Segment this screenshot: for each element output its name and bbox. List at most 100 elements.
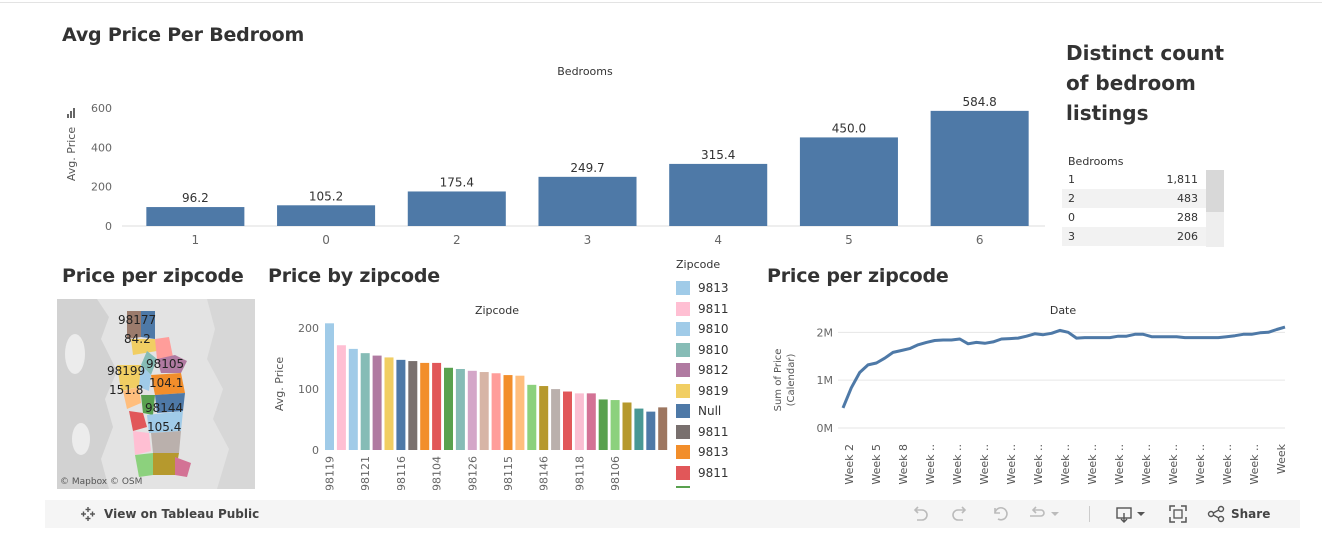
zipcode-bar[interactable] <box>455 368 465 450</box>
zipcode-bar[interactable] <box>384 357 394 450</box>
sort-icon-bar <box>73 108 75 118</box>
x-tick-label: Week .. <box>1005 444 1018 485</box>
zipcode-bar[interactable] <box>622 402 632 450</box>
bar-value-label: 315.4 <box>701 148 735 162</box>
zipcode-bar[interactable] <box>408 361 418 450</box>
zipcode-bar[interactable] <box>396 359 406 450</box>
legend-item[interactable]: 9813 <box>676 278 736 299</box>
bedroom-bar[interactable] <box>146 207 245 226</box>
zipcode-bar[interactable] <box>574 393 584 450</box>
bedroom-bar[interactable] <box>277 205 376 226</box>
zipcode-bar[interactable] <box>325 323 334 450</box>
zipcode-bar[interactable] <box>420 362 430 450</box>
zipcode-bar[interactable] <box>634 408 644 450</box>
zipcode-bar[interactable] <box>491 373 501 450</box>
table-row: 0 288 <box>1068 211 1198 224</box>
map-label: 98105 <box>146 357 185 371</box>
legend-item[interactable]: 9810 <box>676 483 736 488</box>
zipcode-bar[interactable] <box>551 389 561 450</box>
x-tick-label: Week .. <box>1140 444 1153 485</box>
share-icon <box>1207 505 1225 523</box>
x-tick-label: Week 8 <box>897 444 910 485</box>
table-scrollbar-thumb[interactable] <box>1206 170 1224 212</box>
bedroom-bar[interactable] <box>669 163 768 226</box>
legend-label: 9819 <box>698 383 729 398</box>
map-label: 84.2 <box>124 332 151 346</box>
zipcode-bar[interactable] <box>432 362 442 450</box>
x-tick-label: 98146 <box>538 456 551 490</box>
price-by-zipcode-bar-chart[interactable]: Zipcode Avg. Price 0 100 200 98119 98121 98116 9… <box>265 298 675 490</box>
legend-label: 9813 <box>698 281 729 296</box>
legend-label: 9813 <box>698 445 729 460</box>
distinct-count-table[interactable]: Bedrooms 1 1,811 2 483 0 288 3 206 <box>1062 153 1224 247</box>
legend-item[interactable]: 9811 <box>676 463 736 484</box>
zipcode-bar[interactable] <box>360 353 370 450</box>
x-tick-label: Week .. <box>1221 444 1234 485</box>
zipcode-bar[interactable] <box>586 393 596 450</box>
zipcode-bar[interactable] <box>527 384 537 450</box>
table-row: 2 483 <box>1062 189 1224 208</box>
zipcode-bar[interactable] <box>336 345 346 450</box>
legend-item[interactable]: 9811 <box>676 422 736 443</box>
map-label: 98144 <box>145 401 184 415</box>
zipcode-bar[interactable] <box>515 375 525 450</box>
legend-item[interactable]: Null <box>676 401 736 422</box>
x-tick-label: Week .. <box>1194 444 1207 485</box>
y-tick-label: 1M <box>817 374 834 387</box>
zip-region <box>175 457 191 477</box>
download-icon[interactable] <box>1115 504 1149 524</box>
x-tick-label: Week <box>1275 443 1288 474</box>
zipcode-map[interactable]: 98177 84.2 98105 98199 104.1 151.8 98144… <box>57 299 255 489</box>
table-row: 3 206 <box>1062 227 1224 246</box>
zipcode-bar[interactable] <box>503 375 513 450</box>
y-tick-label: 100 <box>298 383 319 396</box>
zipcode-legend[interactable]: Zipcode 9813 9811 9810 9810 9812 9819 Null 9811… <box>676 256 736 488</box>
price-per-zipcode-line-chart[interactable]: Date Sum of Price (Calendar) 0M 1M 2M Week 2 We… <box>765 298 1295 490</box>
sort-icon[interactable] <box>67 114 69 118</box>
x-tick-label: 98118 <box>573 456 586 490</box>
zipcode-bar[interactable] <box>563 391 572 450</box>
share-button[interactable]: Share <box>1207 500 1270 528</box>
zipcode-bar[interactable] <box>539 386 549 450</box>
zipcode-bar[interactable] <box>372 355 382 450</box>
map-label: 98177 <box>118 313 157 327</box>
sort-icon-bar <box>70 111 72 118</box>
y-tick-label: 0 <box>312 444 319 457</box>
price-line[interactable] <box>841 325 1286 409</box>
zip-region <box>135 453 153 477</box>
distinct-count-title: Distinct count of bedroom listings <box>1066 41 1225 125</box>
legend-swatch <box>676 383 690 398</box>
legend-label: Null <box>698 404 722 419</box>
legend-item[interactable]: 9811 <box>676 299 736 320</box>
legend-item[interactable]: 9810 <box>676 340 736 361</box>
x-tick-label: 0 <box>322 233 330 247</box>
x-tick-label: 3 <box>584 233 592 247</box>
legend-item[interactable]: 9812 <box>676 360 736 381</box>
legend-item[interactable]: 9810 <box>676 319 736 340</box>
avg-price-bar-chart[interactable]: Bedrooms Avg. Price 0 200 400 600 96.2 1 105.2 0 1… <box>55 58 1055 253</box>
zipcode-bar[interactable] <box>348 348 358 450</box>
bar-value-label: 175.4 <box>440 175 474 189</box>
legend-item[interactable]: 9813 <box>676 442 736 463</box>
redo-icon[interactable] <box>950 504 970 524</box>
bedroom-bar[interactable] <box>930 110 1029 226</box>
zipcode-bar[interactable] <box>610 400 620 450</box>
zipcode-bar[interactable] <box>658 407 668 450</box>
revert-icon[interactable] <box>990 504 1010 524</box>
zipcode-bar[interactable] <box>598 399 608 450</box>
bedroom-bar[interactable] <box>407 191 506 226</box>
legend-swatch <box>676 445 690 460</box>
legend-item[interactable]: 9819 <box>676 381 736 402</box>
fullscreen-icon[interactable] <box>1168 504 1188 524</box>
legend-label: 9810 <box>698 342 729 357</box>
view-on-tableau-button[interactable]: View on Tableau Public <box>80 500 259 528</box>
bedroom-bar[interactable] <box>799 137 898 226</box>
zipcode-bar[interactable] <box>444 367 453 450</box>
zipcode-bar[interactable] <box>646 411 656 450</box>
refresh-icon[interactable] <box>1027 504 1061 524</box>
bedroom-bar[interactable] <box>538 176 637 226</box>
map-water <box>65 334 85 374</box>
zipcode-bar[interactable] <box>479 372 489 450</box>
undo-icon[interactable] <box>910 504 930 524</box>
zipcode-bar[interactable] <box>467 370 477 450</box>
